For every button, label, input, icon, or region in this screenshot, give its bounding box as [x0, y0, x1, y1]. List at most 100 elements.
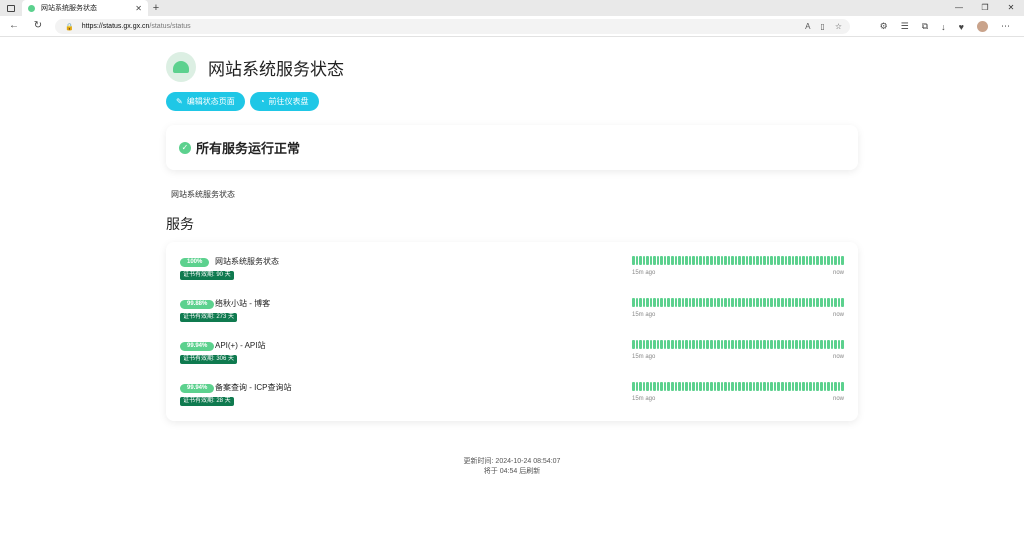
heartbeat-segment — [784, 298, 788, 307]
heartbeat-segment — [805, 340, 809, 349]
url-input[interactable]: 🔒 https://status.gx.gx.cn/status/status … — [55, 19, 850, 34]
new-tab-icon[interactable]: + — [148, 2, 164, 14]
heartbeat-segment — [830, 382, 834, 391]
heartbeat-segment — [749, 256, 752, 265]
heartbeat-segment — [660, 298, 663, 307]
heartbeat-segment — [752, 340, 756, 349]
heartbeat-segment — [671, 298, 674, 307]
heartbeat-segment — [756, 382, 759, 391]
close-tab-icon[interactable]: ✕ — [135, 4, 142, 13]
downloads-icon[interactable]: ↓ — [941, 22, 946, 32]
more-menu-icon[interactable]: ⋯ — [1001, 21, 1010, 32]
heartbeat-segment — [830, 340, 834, 349]
extensions-icon[interactable]: ⚙ — [880, 21, 888, 32]
url-path: /status/status — [149, 23, 191, 30]
heartbeat-segment — [699, 256, 702, 265]
heartbeat-segment — [759, 256, 763, 265]
heartbeat-segment — [713, 256, 717, 265]
service-name: 备案查询 - ICP查询站 — [215, 383, 292, 392]
heartbeat-segment — [727, 298, 731, 307]
tab-actions-icon[interactable] — [0, 0, 22, 16]
heartbeat-segment — [841, 298, 844, 307]
browser-tab[interactable]: 网站系统服务状态 ✕ — [22, 0, 148, 16]
heartbeat-segment — [763, 298, 766, 307]
heartbeat-segment — [802, 382, 805, 391]
heartbeat-segment — [724, 298, 727, 307]
heartbeat-segment — [660, 382, 663, 391]
refresh-icon[interactable]: ↻ — [28, 20, 48, 31]
service-item: 99.88% 络秋小站 - 博客 证书有效期: 273 天 15m ago no… — [180, 298, 844, 328]
heartbeat-end-label: now — [832, 270, 844, 276]
heartbeat-segment — [663, 298, 667, 307]
read-aloud-icon[interactable]: A — [805, 22, 810, 31]
heartbeat-segment — [763, 382, 766, 391]
health-icon[interactable]: ♥ — [959, 22, 964, 32]
heartbeat-segment — [674, 298, 678, 307]
collections-icon[interactable]: ⧉ — [922, 21, 928, 32]
dashboard-button[interactable]: ◔ 前往仪表盘 — [249, 92, 319, 111]
heartbeat-segment — [649, 298, 653, 307]
heartbeat-segment — [632, 298, 635, 307]
heartbeat-segment — [802, 340, 805, 349]
heartbeat-segment — [653, 256, 656, 265]
heartbeat-segment — [695, 298, 699, 307]
favorites-icon[interactable]: ☰ — [901, 21, 909, 32]
heartbeat-segment — [752, 256, 756, 265]
uptime-badge: 99.88% — [180, 300, 215, 309]
heartbeat-segment — [791, 256, 795, 265]
heartbeat-segment — [819, 256, 823, 265]
favorite-star-icon[interactable]: ☆ — [835, 22, 842, 31]
overall-status-card: ✓ 所有服务运行正常 — [166, 125, 858, 170]
back-icon[interactable]: ← — [4, 20, 24, 31]
service-item: 99.94% 备案查询 - ICP查询站 证书有效期: 28 天 15m ago… — [180, 382, 844, 412]
heartbeat-segment — [681, 340, 685, 349]
heartbeat-segment — [841, 256, 844, 265]
edit-status-page-button[interactable]: ✎ 编辑状态页面 — [166, 92, 245, 111]
heartbeat-segment — [688, 382, 692, 391]
heartbeat-segment — [639, 340, 642, 349]
profile-avatar[interactable] — [977, 21, 988, 32]
heartbeat-segment — [766, 382, 770, 391]
heartbeat-segment — [734, 382, 738, 391]
minimize-icon[interactable]: — — [946, 0, 972, 16]
heartbeat-segment — [660, 340, 663, 349]
reader-view-icon[interactable]: ▯ — [820, 22, 824, 31]
heartbeat-segment — [646, 298, 649, 307]
heartbeat-segment — [713, 382, 717, 391]
lock-icon: 🔒 — [65, 23, 74, 31]
close-window-icon[interactable]: ✕ — [998, 0, 1024, 16]
heartbeat-segment — [678, 298, 681, 307]
heartbeat-segment — [720, 298, 724, 307]
heartbeat-segment — [635, 298, 639, 307]
heartbeat-segment — [653, 340, 656, 349]
heartbeat-segment — [834, 340, 837, 349]
service-item: 100% 网站系统服务状态 证书有效期: 90 天 15m ago now — [180, 256, 844, 286]
heartbeat-segment — [710, 340, 713, 349]
heartbeat-segment — [788, 382, 791, 391]
heartbeat-segment — [766, 256, 770, 265]
heartbeat-segment — [710, 382, 713, 391]
heartbeat-segment — [777, 298, 780, 307]
url-host: https://status.gx.gx.cn — [81, 23, 150, 30]
heartbeat-segment — [752, 382, 756, 391]
heartbeat-segment — [809, 256, 812, 265]
updated-time: 更新时间: 2024-10-24 08:54:07 — [463, 458, 561, 465]
heartbeat-segment — [667, 256, 671, 265]
heartbeat-segment — [834, 256, 837, 265]
heartbeat-segment — [731, 382, 734, 391]
heartbeat-segment — [738, 340, 741, 349]
cert-badge: 证书有效期: 28 天 — [180, 397, 234, 406]
heartbeat-segment — [635, 340, 639, 349]
heartbeat-segment — [646, 382, 649, 391]
restore-icon[interactable]: ❐ — [972, 0, 998, 16]
overall-status-text: 所有服务运行正常 — [196, 141, 301, 156]
heartbeat-segment — [710, 298, 713, 307]
heartbeat-segment — [784, 382, 788, 391]
heartbeat-segment — [681, 298, 685, 307]
heartbeat-segment — [745, 256, 749, 265]
uptime-badge: 100% — [180, 258, 210, 267]
address-bar-row: ← ↻ 🔒 https://status.gx.gx.cn/status/sta… — [0, 16, 1024, 37]
page-title: 网站系统服务状态 — [208, 59, 344, 79]
heartbeat-segment — [734, 256, 738, 265]
heartbeat-segment — [812, 298, 816, 307]
